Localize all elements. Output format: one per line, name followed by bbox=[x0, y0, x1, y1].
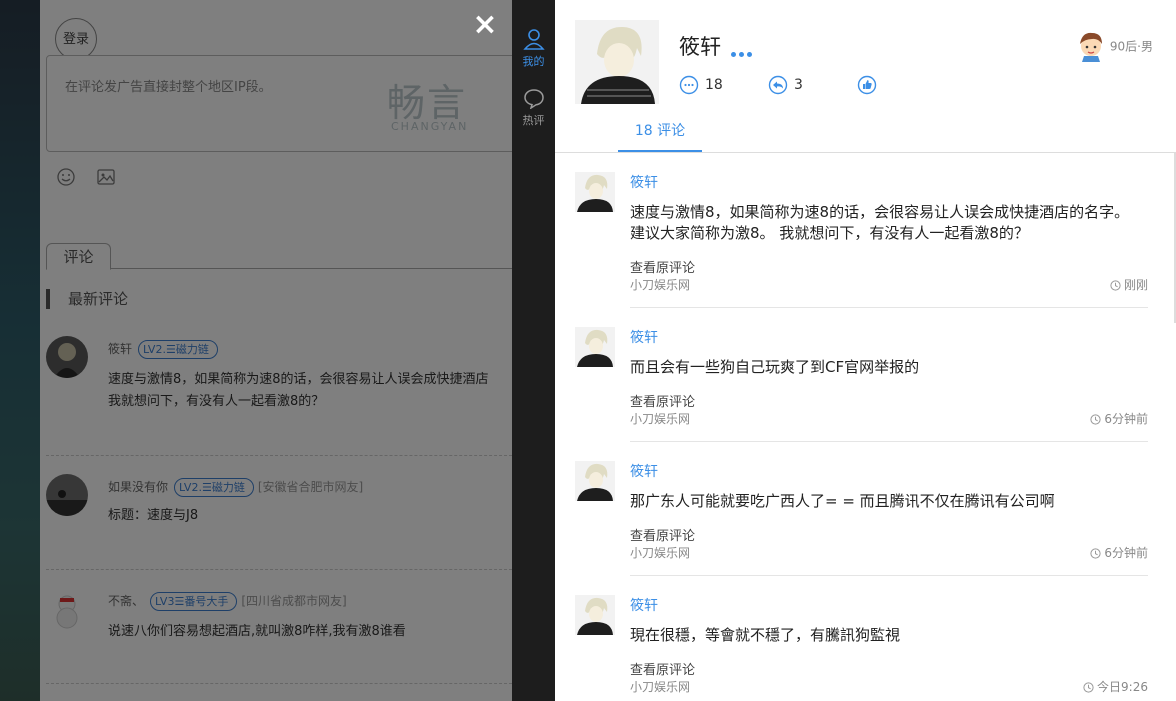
nav-item-mine[interactable]: 我的 bbox=[512, 28, 555, 69]
comment-avatar[interactable] bbox=[575, 595, 615, 635]
clock-icon bbox=[1083, 682, 1094, 693]
comment-timestamp: 刚刚 bbox=[1110, 276, 1148, 293]
view-original-link[interactable]: 查看原评论 bbox=[630, 659, 695, 678]
comment-time: 今日9:26 bbox=[1097, 680, 1148, 694]
profile-avatar[interactable] bbox=[575, 20, 659, 104]
comment-author[interactable]: 筱轩 bbox=[630, 595, 658, 615]
user-icon bbox=[522, 29, 545, 50]
clock-icon bbox=[1110, 280, 1121, 291]
divider bbox=[630, 441, 1148, 442]
divider bbox=[630, 307, 1148, 308]
modal-overlay[interactable] bbox=[0, 0, 512, 701]
comment-avatar[interactable] bbox=[575, 172, 615, 212]
view-original-link[interactable]: 查看原评论 bbox=[630, 525, 695, 544]
profile-name: 筱轩 bbox=[679, 35, 721, 59]
divider bbox=[630, 575, 1148, 576]
comment-avatar[interactable] bbox=[575, 327, 615, 367]
comment-author[interactable]: 筱轩 bbox=[630, 172, 658, 192]
comment-time: 刚刚 bbox=[1123, 278, 1148, 292]
comment-source-site[interactable]: 小刀娱乐网 bbox=[630, 678, 690, 695]
nav-label-hot: 热评 bbox=[522, 114, 545, 127]
comments-stat[interactable]: 18 bbox=[679, 75, 723, 95]
side-nav: 我的 热评 bbox=[512, 0, 555, 701]
comment-author[interactable]: 筱轩 bbox=[630, 327, 658, 347]
view-original-link[interactable]: 查看原评论 bbox=[630, 391, 695, 410]
comment-time: 6分钟前 bbox=[1104, 412, 1148, 426]
nav-item-hot[interactable]: 热评 bbox=[512, 87, 555, 128]
replies-count: 3 bbox=[794, 77, 803, 93]
comments-count: 18 bbox=[705, 77, 723, 93]
comment-text: 速度与激情8，如果简称为速8的话，会很容易让人误会成快捷酒店的名字。建议大家简称… bbox=[630, 203, 1130, 242]
thumbs-up-icon bbox=[857, 75, 877, 95]
comment-source-site[interactable]: 小刀娱乐网 bbox=[630, 410, 690, 427]
comment-text: 現在很穩，等會就不穩了，有騰訊狗監視 bbox=[630, 626, 901, 644]
view-original-link[interactable]: 查看原评论 bbox=[630, 257, 695, 276]
replies-stat[interactable]: 3 bbox=[768, 75, 803, 95]
user-age-gender: 90后·男 bbox=[1109, 39, 1153, 54]
comment-source-site[interactable]: 小刀娱乐网 bbox=[630, 544, 690, 561]
comment-author[interactable]: 筱轩 bbox=[630, 461, 658, 481]
comment-timestamp: 6分钟前 bbox=[1090, 410, 1148, 427]
clock-icon bbox=[1090, 548, 1101, 559]
comment-text: 而且会有一些狗自己玩爽了到CF官网举报的 bbox=[630, 358, 920, 376]
comment-count-icon bbox=[679, 75, 699, 95]
more-options-icon[interactable] bbox=[731, 42, 755, 61]
comment-timestamp: 今日9:26 bbox=[1083, 678, 1148, 695]
comment-time: 6分钟前 bbox=[1104, 546, 1148, 560]
close-icon[interactable]: × bbox=[470, 10, 500, 40]
comment-avatar[interactable] bbox=[575, 461, 615, 501]
comment-source-site[interactable]: 小刀娱乐网 bbox=[630, 276, 690, 293]
user-tag: 90后·男 bbox=[1076, 30, 1153, 62]
reply-icon bbox=[768, 75, 788, 95]
likes-stat[interactable] bbox=[857, 75, 883, 95]
tab-comments-count[interactable]: 18 评论 bbox=[618, 116, 702, 152]
boy-avatar-icon bbox=[1080, 32, 1103, 62]
comment-timestamp: 6分钟前 bbox=[1090, 544, 1148, 561]
clock-icon bbox=[1090, 414, 1101, 425]
speech-bubble-icon bbox=[523, 89, 544, 110]
user-profile-panel: 筱轩 18 3 90后·男 18 评论 筱轩 速度与激情8，如果简称为速8的话，… bbox=[555, 0, 1176, 701]
comment-text: 那广东人可能就要吃广西人了= = 而且腾讯不仅在腾讯有公司啊 bbox=[630, 492, 1055, 510]
tab-divider bbox=[555, 152, 1176, 153]
nav-label-mine: 我的 bbox=[522, 55, 545, 68]
